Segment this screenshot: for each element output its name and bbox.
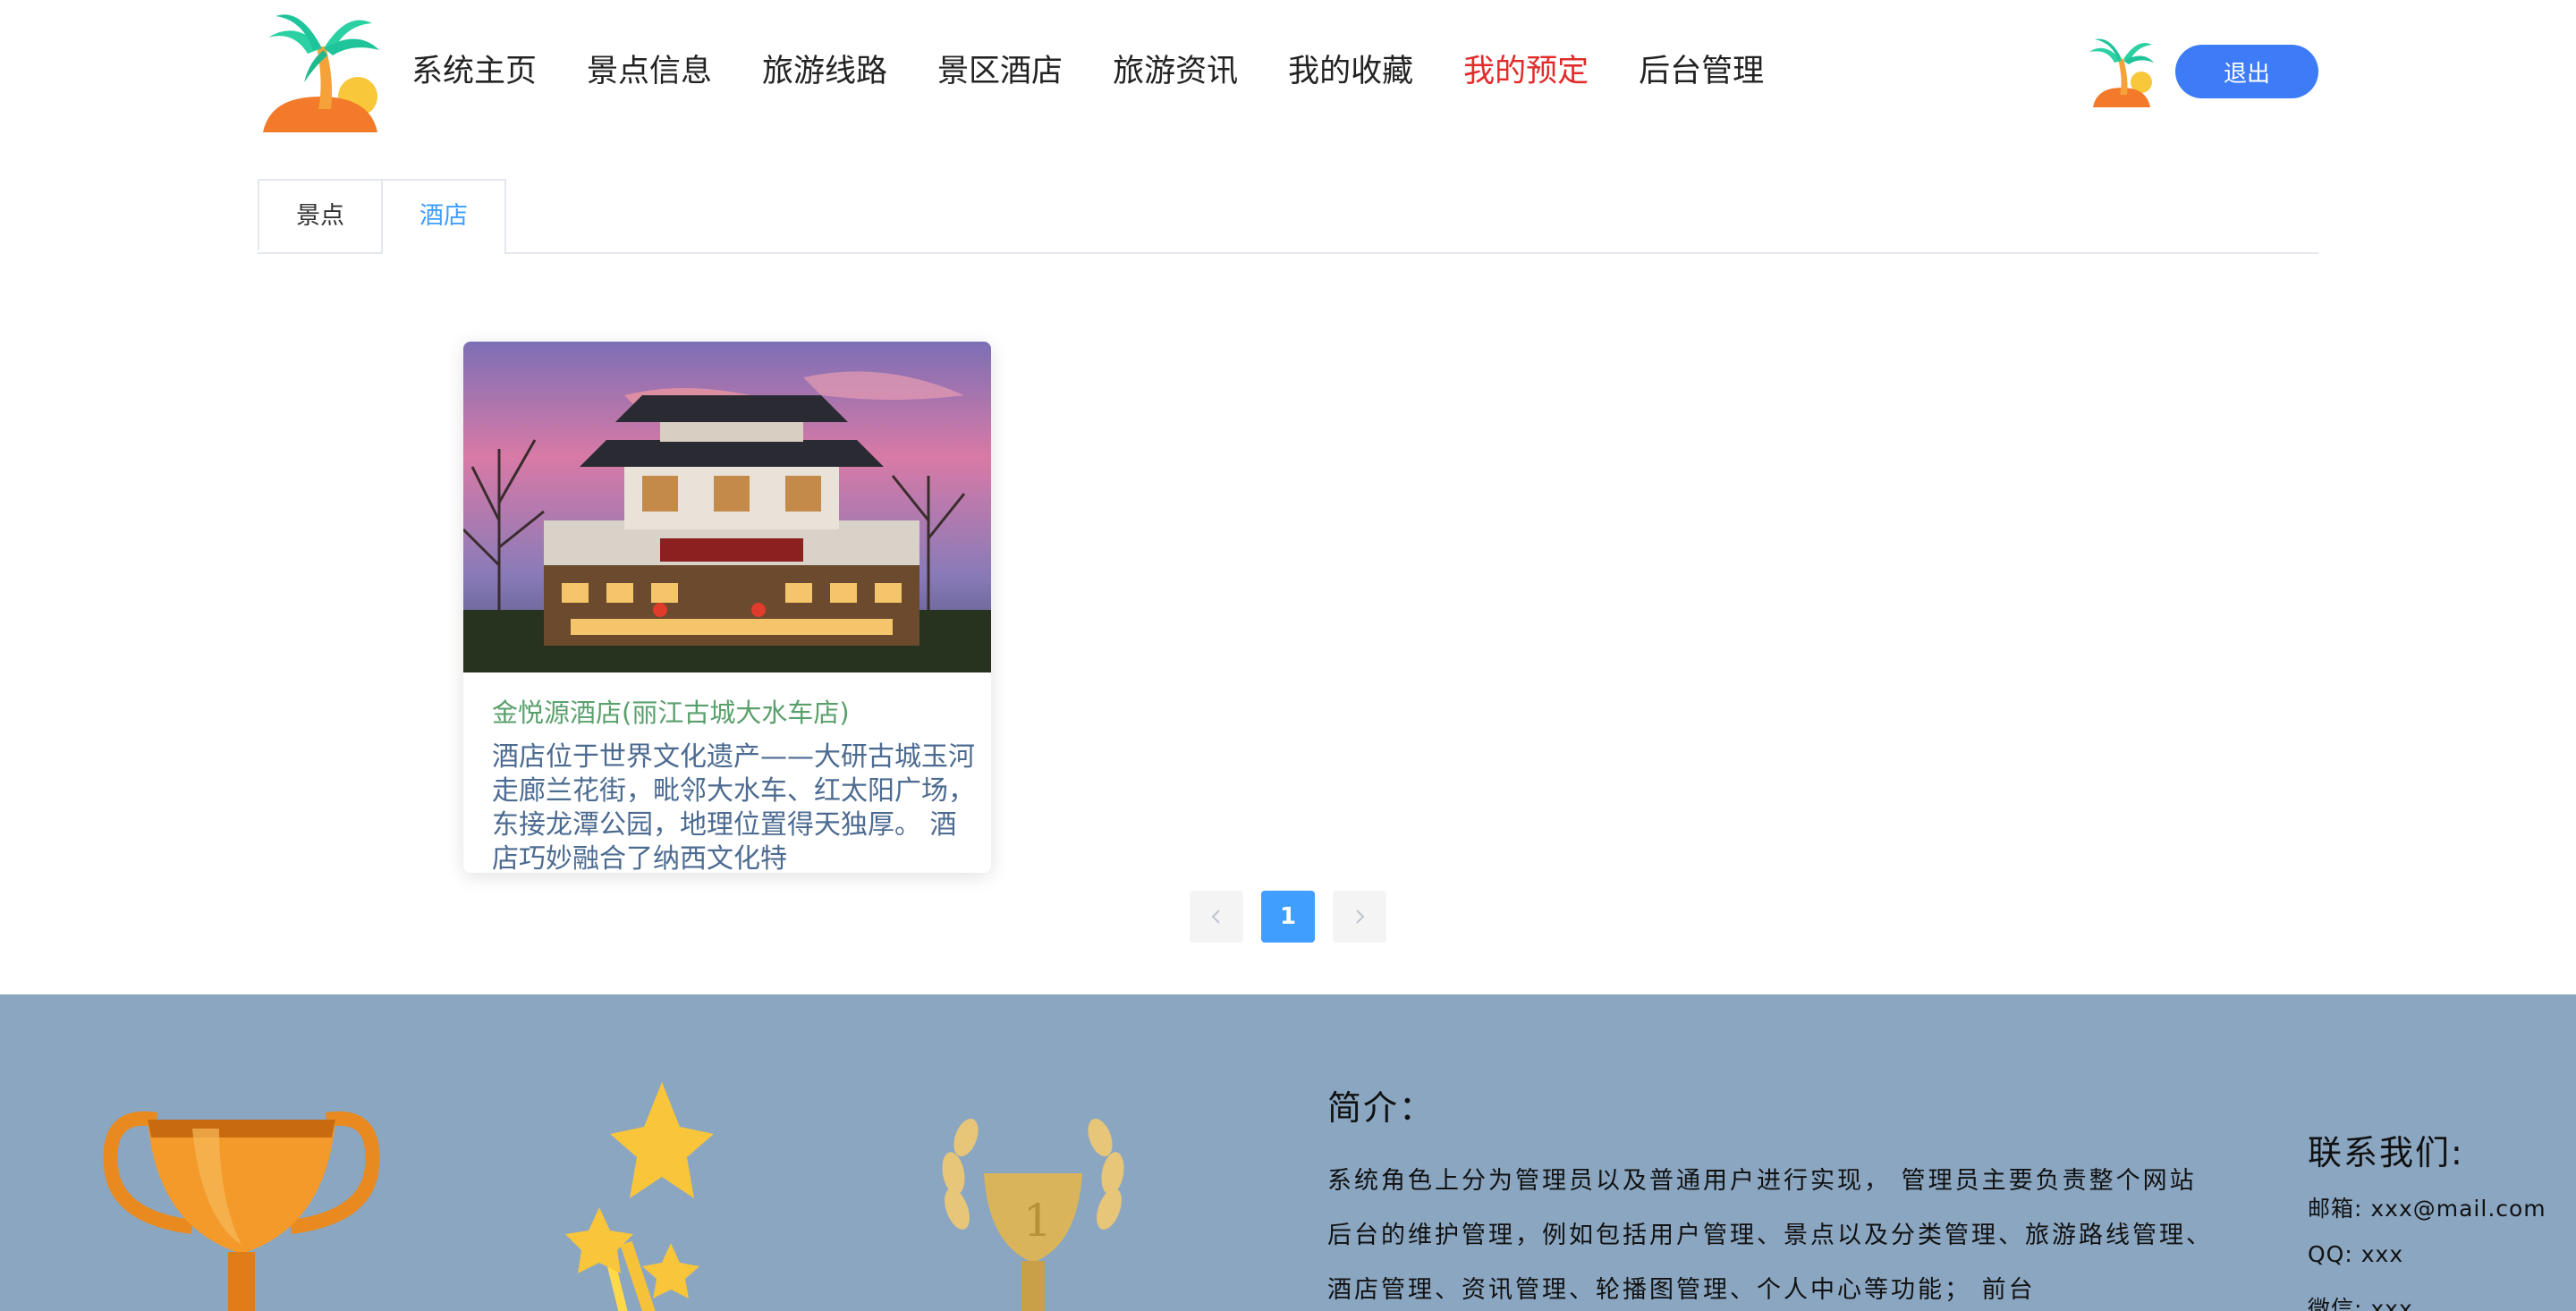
nav-item-my-bookings[interactable]: 我的预定 xyxy=(1463,45,1589,98)
next-page-button[interactable] xyxy=(1333,891,1386,943)
tab-hotels[interactable]: 酒店 xyxy=(381,179,506,254)
nav-item-favorites[interactable]: 我的收藏 xyxy=(1288,45,1413,98)
prev-page-button[interactable] xyxy=(1190,891,1243,943)
hotel-card-title[interactable]: 金悦源酒店(丽江古城大水车店) xyxy=(492,692,850,730)
chevron-left-icon xyxy=(1211,909,1220,924)
nav-item-news[interactable]: 旅游资讯 xyxy=(1113,45,1238,98)
stars-icon xyxy=(565,1082,714,1311)
nav-item-admin[interactable]: 后台管理 xyxy=(1639,45,1764,98)
logout-button[interactable]: 退出 xyxy=(2175,45,2318,98)
nav-item-home[interactable]: 系统主页 xyxy=(411,45,537,98)
palm-island-logo-icon[interactable] xyxy=(258,11,383,132)
intro-text: 系统角色上分为管理员以及普通用户进行实现， 管理员主要负责整个网站后台的维护管理… xyxy=(1327,1167,2213,1304)
contact-wechat: 微信: xxx xyxy=(2308,1296,2413,1311)
main-nav: 系统主页 景点信息 旅游线路 景区酒店 旅游资讯 我的收藏 我的预定 后台管理 xyxy=(411,45,1814,98)
hotel-photo[interactable] xyxy=(463,342,991,672)
site-footer: 1 简介： 系统角色上分为管理员以及普通用户进行实现， 管理员主要负责整个网站后… xyxy=(0,994,2576,1311)
hotel-card-description: 酒店位于世界文化遗产——大研古城玉河走廊兰花街，毗邻大水车、红太阳广场，东接龙潭… xyxy=(492,741,975,873)
nav-item-attractions[interactable]: 景点信息 xyxy=(587,45,712,98)
top-header: 系统主页 景点信息 旅游线路 景区酒店 旅游资讯 我的收藏 我的预定 后台管理 … xyxy=(0,0,2576,143)
nav-item-hotels[interactable]: 景区酒店 xyxy=(937,45,1063,98)
contact-email: 邮箱: xxx@mail.com xyxy=(2308,1196,2546,1222)
contact-qq: QQ: xxx xyxy=(2308,1241,2404,1267)
contact-title: 联系我们: xyxy=(2308,1133,2464,1172)
page-number-current[interactable]: 1 xyxy=(1261,891,1315,943)
user-avatar-icon[interactable] xyxy=(2086,36,2156,107)
svg-text:1: 1 xyxy=(1023,1195,1052,1247)
intro-title: 简介： xyxy=(1327,1088,1436,1128)
chevron-right-icon xyxy=(1356,909,1365,924)
category-tabs: 景点 酒店 xyxy=(258,179,2318,254)
nav-item-routes[interactable]: 旅游线路 xyxy=(762,45,887,98)
hotel-card[interactable]: 金悦源酒店(丽江古城大水车店) 酒店位于世界文化遗产——大研古城玉河走廊兰花街，… xyxy=(463,342,991,873)
trophy-icon xyxy=(103,1111,380,1311)
pagination: 1 xyxy=(1190,891,1386,943)
laurel-trophy-icon: 1 xyxy=(942,1118,1124,1311)
tab-attractions[interactable]: 景点 xyxy=(258,179,383,250)
